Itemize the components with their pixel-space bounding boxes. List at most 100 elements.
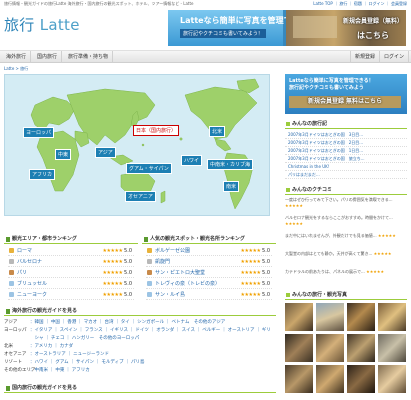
- guide-row: その他のエリア：中南米 ｜ 中東 ｜ アフリカ: [4, 367, 276, 374]
- guide-region: オセアニア: [4, 352, 27, 357]
- photo-thumb[interactable]: [347, 334, 375, 362]
- map-label-oceania[interactable]: オセアニア: [125, 191, 156, 202]
- photo-thumb[interactable]: [316, 365, 344, 393]
- spot-rank-score: ★★★★★ 5.0: [241, 246, 270, 256]
- photo-thumb[interactable]: [285, 365, 313, 393]
- review-stars: ★★★★★: [377, 233, 396, 238]
- map-label-africa[interactable]: アフリカ: [29, 169, 56, 180]
- map-label-japan[interactable]: 日本（国内旅行）: [133, 125, 180, 136]
- guide-links[interactable]: シャ ｜ チェコ ｜ ハンガリー その他のヨーロッパ: [30, 336, 139, 341]
- rank-3-icon: [147, 270, 152, 275]
- rank-score: 5.0: [124, 259, 132, 265]
- nav-preparation[interactable]: 旅行準備・持ち物: [64, 51, 114, 63]
- spot-ranking-heading: 人気の観光スポット・観光名所ランキング: [142, 235, 276, 244]
- nav-domestic[interactable]: 国内旅行: [33, 51, 63, 63]
- travelogue-item[interactable]: パリはまだまだ...: [285, 171, 407, 179]
- photo-thumb[interactable]: [378, 303, 406, 331]
- spot-rank-row[interactable]: ボルゲーゼ公園 ★★★★★ 5.0: [146, 246, 272, 256]
- rank-score: 5.0: [124, 292, 132, 298]
- travelogue-item[interactable]: 2007年3月ドイツはおとぎの国 旅立ち...: [285, 155, 407, 163]
- right-banner-text1: Latteなら簡単に写真を管理できる！: [289, 78, 374, 84]
- guide-links[interactable]: ：イタリア ｜ スペイン ｜ フランス ｜ イギリス ｜ ドイツ ｜ オランダ …: [30, 328, 271, 333]
- photo-thumb[interactable]: [285, 334, 313, 362]
- guide-row: 北米 ：アメリカ ｜ カナダ: [4, 343, 276, 350]
- travelogue-item[interactable]: 2007年3月ドイツはおとぎの国 1日目...: [285, 147, 407, 155]
- guide-links[interactable]: ：オーストラリア ｜ ニュージーランド: [30, 352, 109, 357]
- map-label-europe[interactable]: ヨーロッパ: [23, 127, 55, 138]
- world-map: ヨーロッパ 中東 アジア アフリカ 日本（国内旅行） グアム・サイパン ハワイ …: [4, 74, 270, 216]
- rank-score: 5.0: [124, 248, 132, 254]
- review-item[interactable]: 大聖堂の内部はとても静か。天井が高くて驚き... ★★★★★: [285, 251, 407, 257]
- guide-row: オセアニア ：オーストラリア ｜ ニュージーランド: [4, 351, 276, 358]
- map-label-hawaii[interactable]: ハワイ: [181, 155, 203, 166]
- review-stars: ★★★★★: [373, 251, 392, 256]
- review-stars: ★★★★★: [366, 269, 385, 274]
- area-rank-row[interactable]: ニューヨーク ★★★★★ 5.0: [8, 290, 134, 300]
- right-banner-cta: 新規会員登録 無料はこちら: [289, 96, 401, 108]
- rank-stars: ★★★★★: [102, 248, 123, 254]
- map-label-south-america[interactable]: 南米: [223, 181, 240, 192]
- travelogue-item[interactable]: Christmas in the UK!: [285, 163, 407, 171]
- site-logo[interactable]: 旅行 Latte: [4, 14, 80, 35]
- guide-region: リゾート: [4, 360, 22, 365]
- domestic-guide-heading: 国内旅行の観光ガイドを見る: [4, 384, 276, 393]
- travelogue-item[interactable]: 2007年3月ドイツはおとぎの国 3日目...: [285, 131, 407, 139]
- area-rank-name: ローマ: [17, 248, 33, 254]
- photo-thumb[interactable]: [347, 303, 375, 331]
- map-label-asia[interactable]: アジア: [95, 147, 116, 158]
- travelogue-item[interactable]: 2007年3月ドイツはおとぎの国 2日目...: [285, 139, 407, 147]
- photo-thumb[interactable]: [347, 365, 375, 393]
- nav-overseas[interactable]: 海外旅行: [2, 51, 32, 63]
- overseas-guide-heading: 海外旅行の観光ガイドを見る: [4, 307, 276, 316]
- area-rank-name: ブリュッセル: [17, 281, 48, 287]
- nz-shape: [160, 190, 166, 204]
- review-text: バルセロナ観光をするならここがおすすめ。時間をかけて...: [285, 215, 393, 220]
- guide-links[interactable]: ：韓国 ｜ 中国 ｜ 香港 ｜ マカオ ｜ 台湾 ｜ タイ ｜ シンガポール ｜…: [30, 320, 225, 325]
- guide-row: アジア ：韓国 ｜ 中国 ｜ 香港 ｜ マカオ ｜ 台湾 ｜ タイ ｜ シンガポー…: [4, 319, 276, 326]
- breadcrumb[interactable]: Latte > 旅行: [4, 66, 28, 72]
- area-rank-row[interactable]: バルセロナ ★★★★★ 5.0: [8, 257, 134, 267]
- guide-links[interactable]: ：ハワイ ｜ グアム ｜ サイパン ｜ モルディブ ｜ パリ島: [30, 360, 144, 365]
- review-item[interactable]: まだ中にはいれませんが、外観だけでも見る価値... ★★★★★: [285, 233, 407, 239]
- rank-score: 5.0: [262, 259, 270, 265]
- guide-region: その他のエリア: [4, 368, 36, 373]
- map-label-middle-east[interactable]: 中東: [55, 149, 72, 160]
- map-label-north-america[interactable]: 北米: [209, 126, 226, 137]
- rank-stars: ★★★★★: [102, 281, 123, 287]
- top-links[interactable]: Latte TOP ｜ 旅行 ｜ 宿題 ｜ ログイン ｜ 会員登録: [313, 0, 407, 8]
- header-banner[interactable]: Latteなら簡単に写真を管理できる！ 旅行記やクチコミも書いてみよう！ 新規会…: [168, 10, 406, 46]
- right-banner-line1: Latteなら簡単に写真を管理できる！ 旅行記やクチコミも書いてみよう: [289, 77, 407, 91]
- guide-region: ヨーロッパ: [4, 328, 27, 333]
- guide-links[interactable]: ：アメリカ ｜ カナダ: [30, 344, 73, 349]
- photo-thumb[interactable]: [378, 365, 406, 393]
- nav-login[interactable]: ログイン: [380, 51, 410, 63]
- area-rank-name: バルセロナ: [17, 259, 43, 265]
- rank-stars: ★★★★★: [102, 292, 123, 298]
- review-item[interactable]: カテドラルの前あたりは、パネルの展示で... ★★★★★: [285, 269, 407, 275]
- spot-rank-name: サン・ルイ島: [155, 292, 186, 298]
- rank-stars: ★★★★★: [102, 259, 123, 265]
- spot-rank-name: トレヴィの泉（トレビの泉）: [155, 281, 221, 287]
- photo-thumb[interactable]: [316, 303, 344, 331]
- spot-rank-row[interactable]: サン・ルイ島 ★★★★★ 5.0: [146, 290, 272, 300]
- area-rank-row[interactable]: パリ ★★★★★ 5.0: [8, 268, 134, 278]
- area-rank-row[interactable]: ブリュッセル ★★★★★ 5.0: [8, 279, 134, 289]
- spot-rank-score: ★★★★★ 5.0: [241, 279, 270, 289]
- main-nav: 海外旅行 国内旅行 旅行準備・持ち物 新規登録 ログイン: [0, 50, 411, 63]
- photo-thumb[interactable]: [378, 334, 406, 362]
- spot-rank-row[interactable]: サン・ピエトロ大聖堂 ★★★★★ 5.0: [146, 268, 272, 278]
- guide-links[interactable]: ：中南米 ｜ 中東 ｜ アフリカ: [30, 368, 90, 373]
- map-label-central-america[interactable]: 中南米・カリブ海: [207, 159, 254, 170]
- central-america-shape: [214, 138, 232, 152]
- spot-rank-row[interactable]: 凱旋門 ★★★★★ 5.0: [146, 257, 272, 267]
- photo-thumb[interactable]: [285, 303, 313, 331]
- photo-thumb[interactable]: [316, 334, 344, 362]
- nav-register[interactable]: 新規登録: [350, 51, 381, 63]
- review-item[interactable]: 一度はぜひ行ってみて下さい。パリの雰囲気を満喫できる... ★★★★★: [285, 197, 407, 208]
- spot-rank-row[interactable]: トレヴィの泉（トレビの泉） ★★★★★ 5.0: [146, 279, 272, 289]
- right-banner[interactable]: Latteなら簡単に写真を管理できる！ 旅行記やクチコミも書いてみよう 新規会員…: [285, 74, 407, 114]
- map-label-guam[interactable]: グアム・サイパン: [126, 163, 172, 174]
- review-item[interactable]: バルセロナ観光をするならここがおすすめ。時間をかけて... ★★★★★: [285, 215, 407, 226]
- area-rank-row[interactable]: ローマ ★★★★★ 5.0: [8, 246, 134, 256]
- europe-shape: [30, 96, 76, 132]
